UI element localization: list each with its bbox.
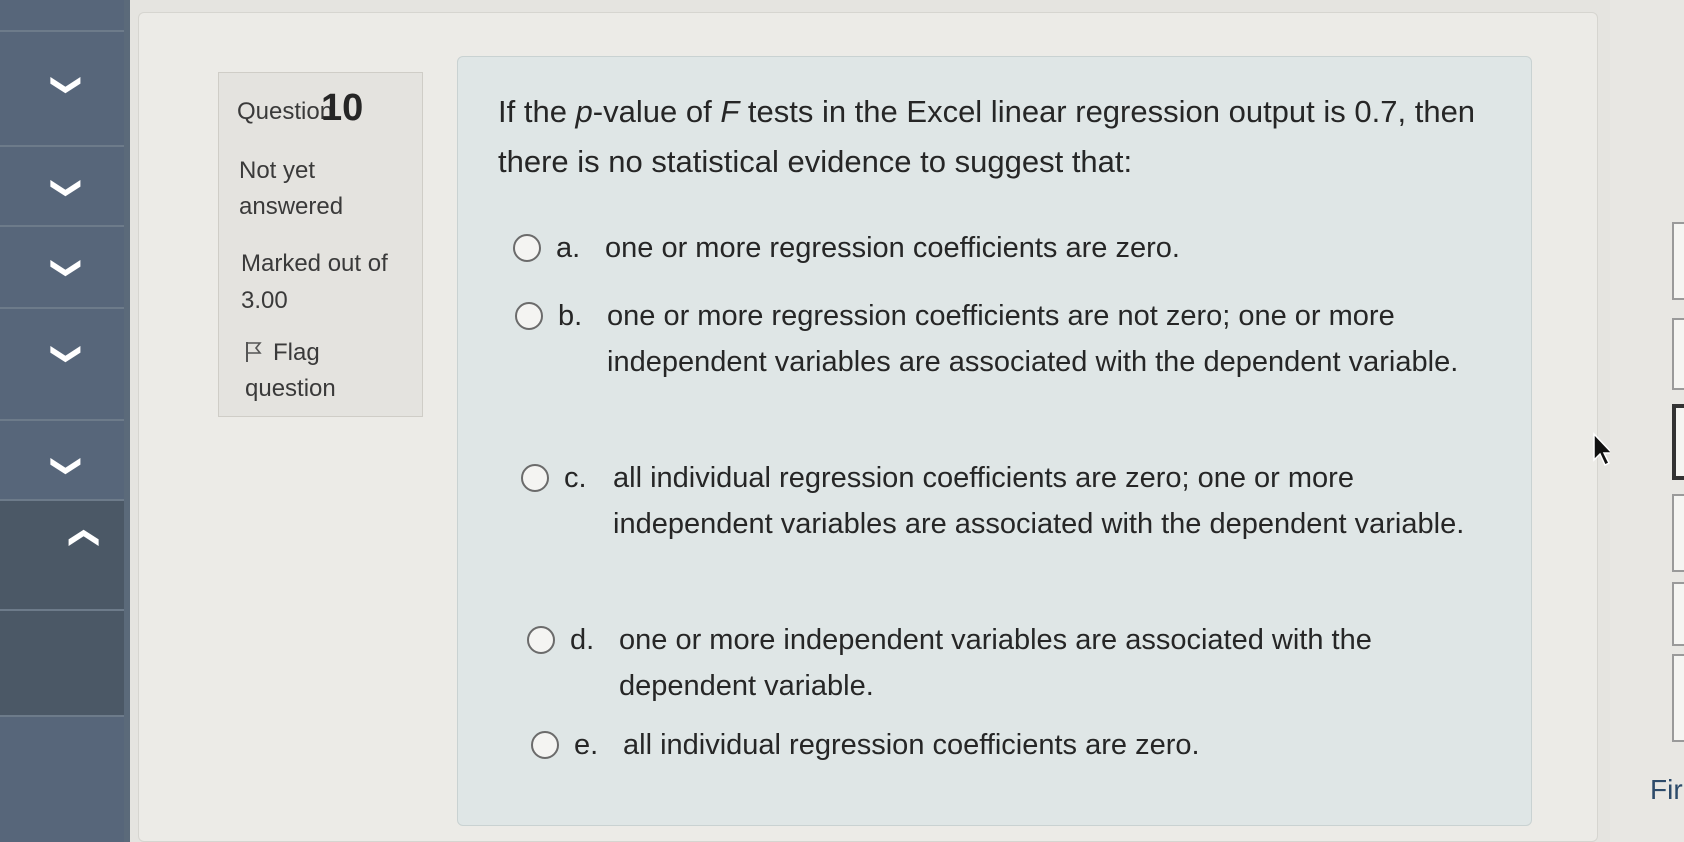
answer-text: one or more independent variables are as…	[619, 624, 1372, 702]
answer-text: one or more regression coefficients are …	[605, 232, 1180, 264]
question-text: If the p-value of F tests in the Excel l…	[498, 87, 1508, 187]
question-state: Not yet answered	[239, 157, 344, 220]
radio-button[interactable]	[513, 234, 541, 262]
section-row-expanded[interactable]: ❯	[0, 501, 124, 611]
answer-text: all individual regression coefficients a…	[613, 462, 1465, 540]
nav-button-current[interactable]	[1672, 404, 1684, 480]
radio-button[interactable]	[521, 464, 549, 492]
nav-button[interactable]: 2	[1672, 654, 1684, 742]
chevron-down-icon[interactable]: ❯	[50, 453, 85, 478]
question-text-italic-f: F	[720, 94, 740, 129]
radio-button[interactable]	[527, 626, 555, 654]
nav-button[interactable]	[1672, 222, 1684, 300]
flag-question-link[interactable]: Flag question	[245, 335, 395, 407]
question-text-part: -value of	[592, 94, 721, 129]
answer-text: all individual regression coefficients a…	[623, 729, 1200, 761]
section-item[interactable]	[0, 611, 124, 717]
chevron-down-icon[interactable]: ❯	[50, 255, 85, 280]
radio-button[interactable]	[515, 302, 543, 330]
nav-button[interactable]	[1672, 318, 1684, 390]
answer-letter: a.	[556, 232, 581, 264]
section-row[interactable]: ❯	[0, 421, 124, 501]
answer-text: one or more regression coefficients are …	[607, 300, 1459, 378]
chevron-down-icon[interactable]: ❯	[50, 175, 85, 200]
answer-letter: b.	[558, 300, 583, 332]
question-formulation: If the p-value of F tests in the Excel l…	[457, 56, 1532, 826]
answer-letter: c.	[564, 462, 587, 494]
quiz-navigation-panel: 2 2 Fir	[1610, 0, 1684, 842]
answer-letter: e.	[574, 729, 599, 761]
chevron-down-icon[interactable]: ❯	[50, 72, 85, 97]
course-index-drawer: ❯ ❯ ❯ ❯ ❯ ❯	[0, 0, 130, 842]
question-number: 10	[321, 87, 364, 129]
flag-icon	[246, 342, 262, 362]
section-row[interactable]: ❯	[0, 309, 124, 421]
question-info-panel: Question 10 Not yet answered Marked out …	[218, 72, 423, 417]
answer-letter: d.	[570, 624, 595, 656]
question-text-part: If the	[498, 94, 576, 129]
chevron-down-icon[interactable]: ❯	[50, 341, 85, 366]
radio-button[interactable]	[531, 731, 559, 759]
question-text-italic-p: p	[575, 94, 593, 129]
section-row[interactable]: ❯	[0, 227, 124, 309]
section-item[interactable]	[0, 717, 124, 842]
section-row[interactable]	[0, 0, 124, 32]
nav-button[interactable]	[1672, 494, 1684, 572]
question-label: Question	[237, 98, 334, 125]
section-row[interactable]: ❯	[0, 147, 124, 227]
section-row[interactable]: ❯	[0, 32, 124, 147]
nav-button[interactable]: 2	[1672, 582, 1684, 646]
chevron-up-icon[interactable]: ❯	[65, 525, 100, 550]
question-marks: Marked out of 3.00	[241, 250, 388, 314]
finish-attempt-link[interactable]: Fir	[1650, 774, 1683, 806]
